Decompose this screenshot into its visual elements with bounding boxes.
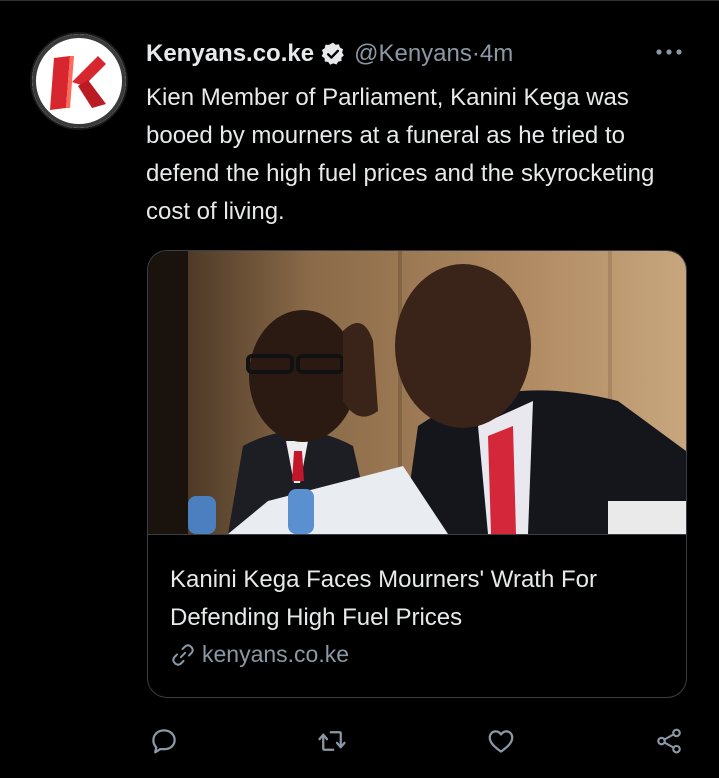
author-handle[interactable]: @Kenyans — [354, 40, 472, 68]
link-card[interactable]: Kanini Kega Faces Mourners' Wrath For De… — [147, 250, 687, 698]
top-divider — [0, 0, 719, 1]
more-options-icon[interactable] — [652, 42, 686, 62]
retweet-button[interactable] — [315, 724, 349, 758]
author-name[interactable]: Kenyans.co.ke — [146, 40, 314, 68]
tweet-header: Kenyans.co.ke @Kenyans · 4m — [146, 37, 513, 71]
tweet-text: Kien Member of Parliament, Kanini Kega w… — [146, 84, 655, 225]
card-title[interactable]: Kanini Kega Faces Mourners' Wrath For De… — [170, 561, 670, 637]
reply-icon — [152, 729, 176, 754]
verified-badge-icon — [320, 41, 346, 67]
share-icon — [657, 728, 681, 754]
reply-button[interactable] — [147, 724, 181, 758]
card-image[interactable] — [148, 251, 686, 535]
card-domain-label: kenyans.co.ke — [202, 641, 350, 667]
share-button[interactable] — [652, 724, 686, 758]
tweet-actions — [0, 724, 719, 758]
kenyans-logo-icon — [32, 34, 126, 128]
heart-icon — [488, 730, 514, 753]
link-icon — [172, 643, 194, 666]
avatar[interactable] — [32, 34, 126, 128]
retweet-icon — [318, 731, 346, 751]
like-button[interactable] — [484, 724, 518, 758]
card-domain[interactable]: kenyans.co.ke — [170, 641, 349, 668]
tweet-time[interactable]: 4m — [480, 40, 513, 68]
time-separator: · — [471, 40, 480, 67]
